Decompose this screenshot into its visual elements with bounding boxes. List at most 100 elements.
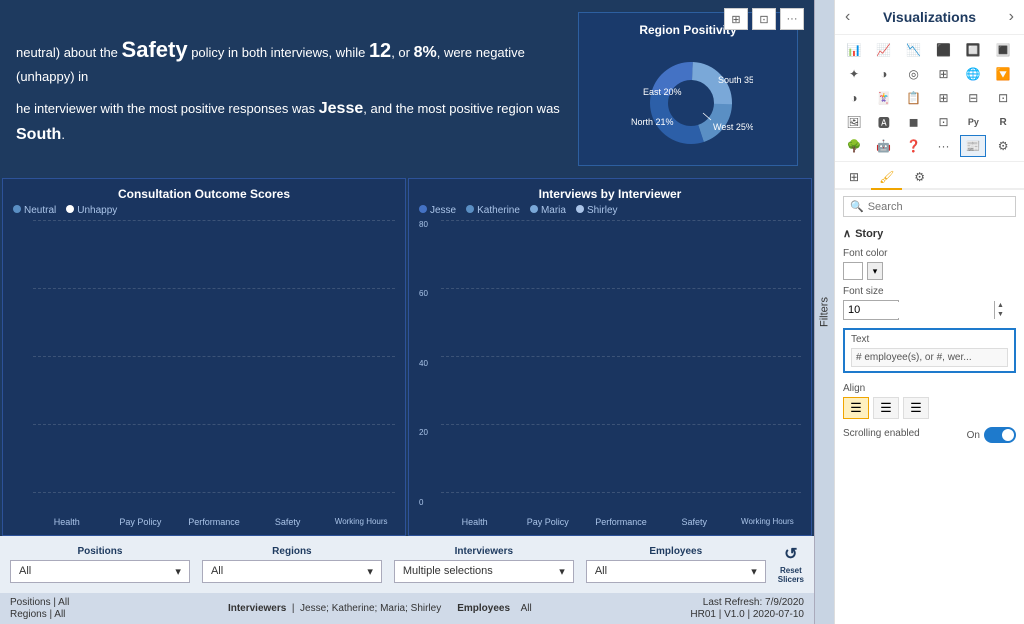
font-size-down[interactable]: ▼ bbox=[995, 310, 1006, 319]
status-interviewers: Interviewers | Jesse; Katherine; Maria; … bbox=[228, 603, 441, 614]
viz-icon-image[interactable]: 🖼 bbox=[841, 111, 867, 133]
viz-icon-area[interactable]: 📉 bbox=[901, 39, 927, 61]
viz-icon-matrix[interactable]: ⊟ bbox=[960, 87, 986, 109]
align-row: Align ☰ ☰ ☰ bbox=[835, 379, 1024, 423]
viz-icon-gauge[interactable]: ◑ bbox=[841, 87, 867, 109]
text-content-preview[interactable]: # employee(s), or #, wer... bbox=[851, 348, 1008, 367]
align-left-button[interactable]: ☰ bbox=[843, 397, 869, 419]
charts-row: Consultation Outcome Scores Neutral Unha… bbox=[0, 178, 814, 536]
story-toolbar: ⊞ ⊡ ··· bbox=[724, 8, 804, 30]
focus-toolbar-button[interactable]: ⊡ bbox=[752, 8, 776, 30]
color-dropdown[interactable]: ▾ bbox=[867, 262, 883, 280]
donut-label-east: East 20% bbox=[643, 87, 682, 97]
search-icon: 🔍 bbox=[850, 200, 864, 213]
align-center-button[interactable]: ☰ bbox=[873, 397, 899, 419]
legend-maria: Maria bbox=[530, 205, 566, 216]
viz-icon-ai[interactable]: 🤖 bbox=[871, 135, 897, 157]
donut-container: East 20% South 35% North 21% West 25% bbox=[593, 45, 783, 155]
donut-label-south: South 35% bbox=[718, 75, 753, 85]
viz-icon-slicer[interactable]: ⊡ bbox=[990, 87, 1016, 109]
align-buttons: ☰ ☰ ☰ bbox=[843, 397, 1016, 419]
donut-label-west: West 25% bbox=[713, 122, 753, 132]
viz-icon-qs[interactable]: ❓ bbox=[901, 135, 927, 157]
story-part2: policy in both interviews, while bbox=[188, 45, 369, 60]
x-label-health: Health bbox=[33, 517, 101, 527]
align-right-button[interactable]: ☰ bbox=[903, 397, 929, 419]
status-employees: Employees All bbox=[457, 603, 532, 614]
story-line2c: . bbox=[61, 127, 65, 142]
viz-icon-line[interactable]: 📈 bbox=[871, 39, 897, 61]
panel-nav-back[interactable]: ‹ bbox=[845, 8, 850, 26]
interviews-legend: Jesse Katherine Maria Shirley bbox=[419, 205, 801, 216]
dashboard: neutral) about the Safety policy in both… bbox=[0, 0, 814, 624]
filter-interviewers-select[interactable]: Multiple selections ▾ bbox=[394, 560, 574, 583]
interviews-y-lines bbox=[441, 220, 801, 493]
viz-icon-bar[interactable]: 📊 bbox=[841, 39, 867, 61]
viz-icon-python[interactable]: Py bbox=[960, 111, 986, 133]
filter-toolbar-button[interactable]: ⊞ bbox=[724, 8, 748, 30]
ix-label-health: Health bbox=[441, 517, 508, 527]
viz-icon-stacked[interactable]: ⬛ bbox=[931, 39, 957, 61]
more-toolbar-button[interactable]: ··· bbox=[780, 8, 804, 30]
scrolling-toggle[interactable] bbox=[984, 427, 1016, 443]
filter-positions-select[interactable]: All ▾ bbox=[10, 560, 190, 583]
interviews-bar-chart bbox=[441, 220, 801, 513]
panel-title: Visualizations bbox=[883, 9, 976, 25]
legend-neutral: Neutral bbox=[13, 205, 56, 216]
viz-icon-card[interactable]: 🃏 bbox=[871, 87, 897, 109]
filter-positions-label: Positions bbox=[10, 546, 190, 557]
viz-icon-textbox[interactable]: 🅰 bbox=[871, 111, 897, 133]
chevron-down-icon-4: ▾ bbox=[751, 565, 757, 578]
interviews-chart-title: Interviews by Interviewer bbox=[419, 187, 801, 201]
story-section-header[interactable]: ∧ Story bbox=[835, 223, 1024, 244]
story-panel: neutral) about the Safety policy in both… bbox=[0, 0, 814, 178]
text-section: Text # employee(s), or #, wer... bbox=[843, 328, 1016, 373]
viz-icon-r[interactable]: R bbox=[990, 111, 1016, 133]
status-regions: Regions | All bbox=[10, 609, 69, 620]
viz-icon-decomp[interactable]: 🌳 bbox=[841, 135, 867, 157]
ix-label-pay: Pay Policy bbox=[514, 517, 581, 527]
filter-regions-select[interactable]: All ▾ bbox=[202, 560, 382, 583]
x-label-perf: Performance bbox=[180, 517, 248, 527]
viz-icon-treemap[interactable]: ⊞ bbox=[931, 63, 957, 85]
font-color-label: Font color bbox=[843, 248, 1016, 259]
viz-icon-pie[interactable]: ◑ bbox=[871, 63, 897, 85]
status-bar: Positions | All Regions | All Interviewe… bbox=[0, 593, 814, 624]
font-size-up[interactable]: ▲ bbox=[995, 301, 1006, 310]
outcomes-chart-panel: Consultation Outcome Scores Neutral Unha… bbox=[2, 178, 406, 536]
reset-slicers-button[interactable]: ↺ ResetSlicers bbox=[778, 544, 804, 585]
viz-icon-waterfall[interactable]: 🔳 bbox=[990, 39, 1016, 61]
viz-icon-funnel[interactable]: 🔽 bbox=[990, 63, 1016, 85]
font-size-field[interactable] bbox=[844, 302, 994, 318]
viz-icon-kpi[interactable]: 📋 bbox=[901, 87, 927, 109]
story-part3: , or bbox=[391, 45, 413, 60]
viz-icon-table[interactable]: ⊞ bbox=[931, 87, 957, 109]
scrolling-label: Scrolling enabled bbox=[843, 428, 920, 439]
filters-tab[interactable]: Filters bbox=[814, 0, 834, 624]
viz-icon-scatter[interactable]: ✦ bbox=[841, 63, 867, 85]
viz-icon-extra[interactable]: ⚙ bbox=[990, 135, 1016, 157]
ix-label-working: Working Hours bbox=[734, 517, 801, 527]
story-chevron: ∧ bbox=[843, 227, 851, 240]
viz-icon-map[interactable]: 🌐 bbox=[960, 63, 986, 85]
status-middle: Interviewers | Jesse; Katherine; Maria; … bbox=[228, 597, 532, 620]
x-label-safety: Safety bbox=[254, 517, 322, 527]
tab-fields[interactable]: ⊞ bbox=[841, 166, 867, 190]
filter-employees-select[interactable]: All ▾ bbox=[586, 560, 766, 583]
color-box[interactable] bbox=[843, 262, 863, 280]
search-input[interactable] bbox=[868, 201, 1010, 213]
viz-icon-selected[interactable]: 📰 bbox=[960, 135, 986, 157]
viz-icons-grid: 📊 📈 📉 ⬛ 🔲 🔳 ✦ ◑ ◎ ⊞ 🌐 🔽 ◑ 🃏 📋 ⊞ ⊟ ⊡ 🖼 🅰 … bbox=[835, 35, 1024, 162]
viz-icon-ribbon[interactable]: 🔲 bbox=[960, 39, 986, 61]
font-size-input: ▲ ▼ bbox=[843, 300, 899, 320]
viz-icon-donut[interactable]: ◎ bbox=[901, 63, 927, 85]
tab-format[interactable]: 🖌 bbox=[871, 166, 902, 190]
viz-icon-button[interactable]: ⊡ bbox=[931, 111, 957, 133]
status-refresh: Last Refresh: 7/9/2020 bbox=[703, 597, 804, 608]
story-line1: neutral) about the Safety policy in both… bbox=[16, 32, 568, 88]
viz-icon-more[interactable]: ··· bbox=[931, 135, 957, 157]
font-color-row: Font color ▾ bbox=[835, 244, 1024, 282]
tab-analytics[interactable]: ⚙ bbox=[906, 166, 933, 190]
panel-nav-forward[interactable]: › bbox=[1009, 8, 1014, 26]
viz-icon-shape[interactable]: ◼ bbox=[901, 111, 927, 133]
